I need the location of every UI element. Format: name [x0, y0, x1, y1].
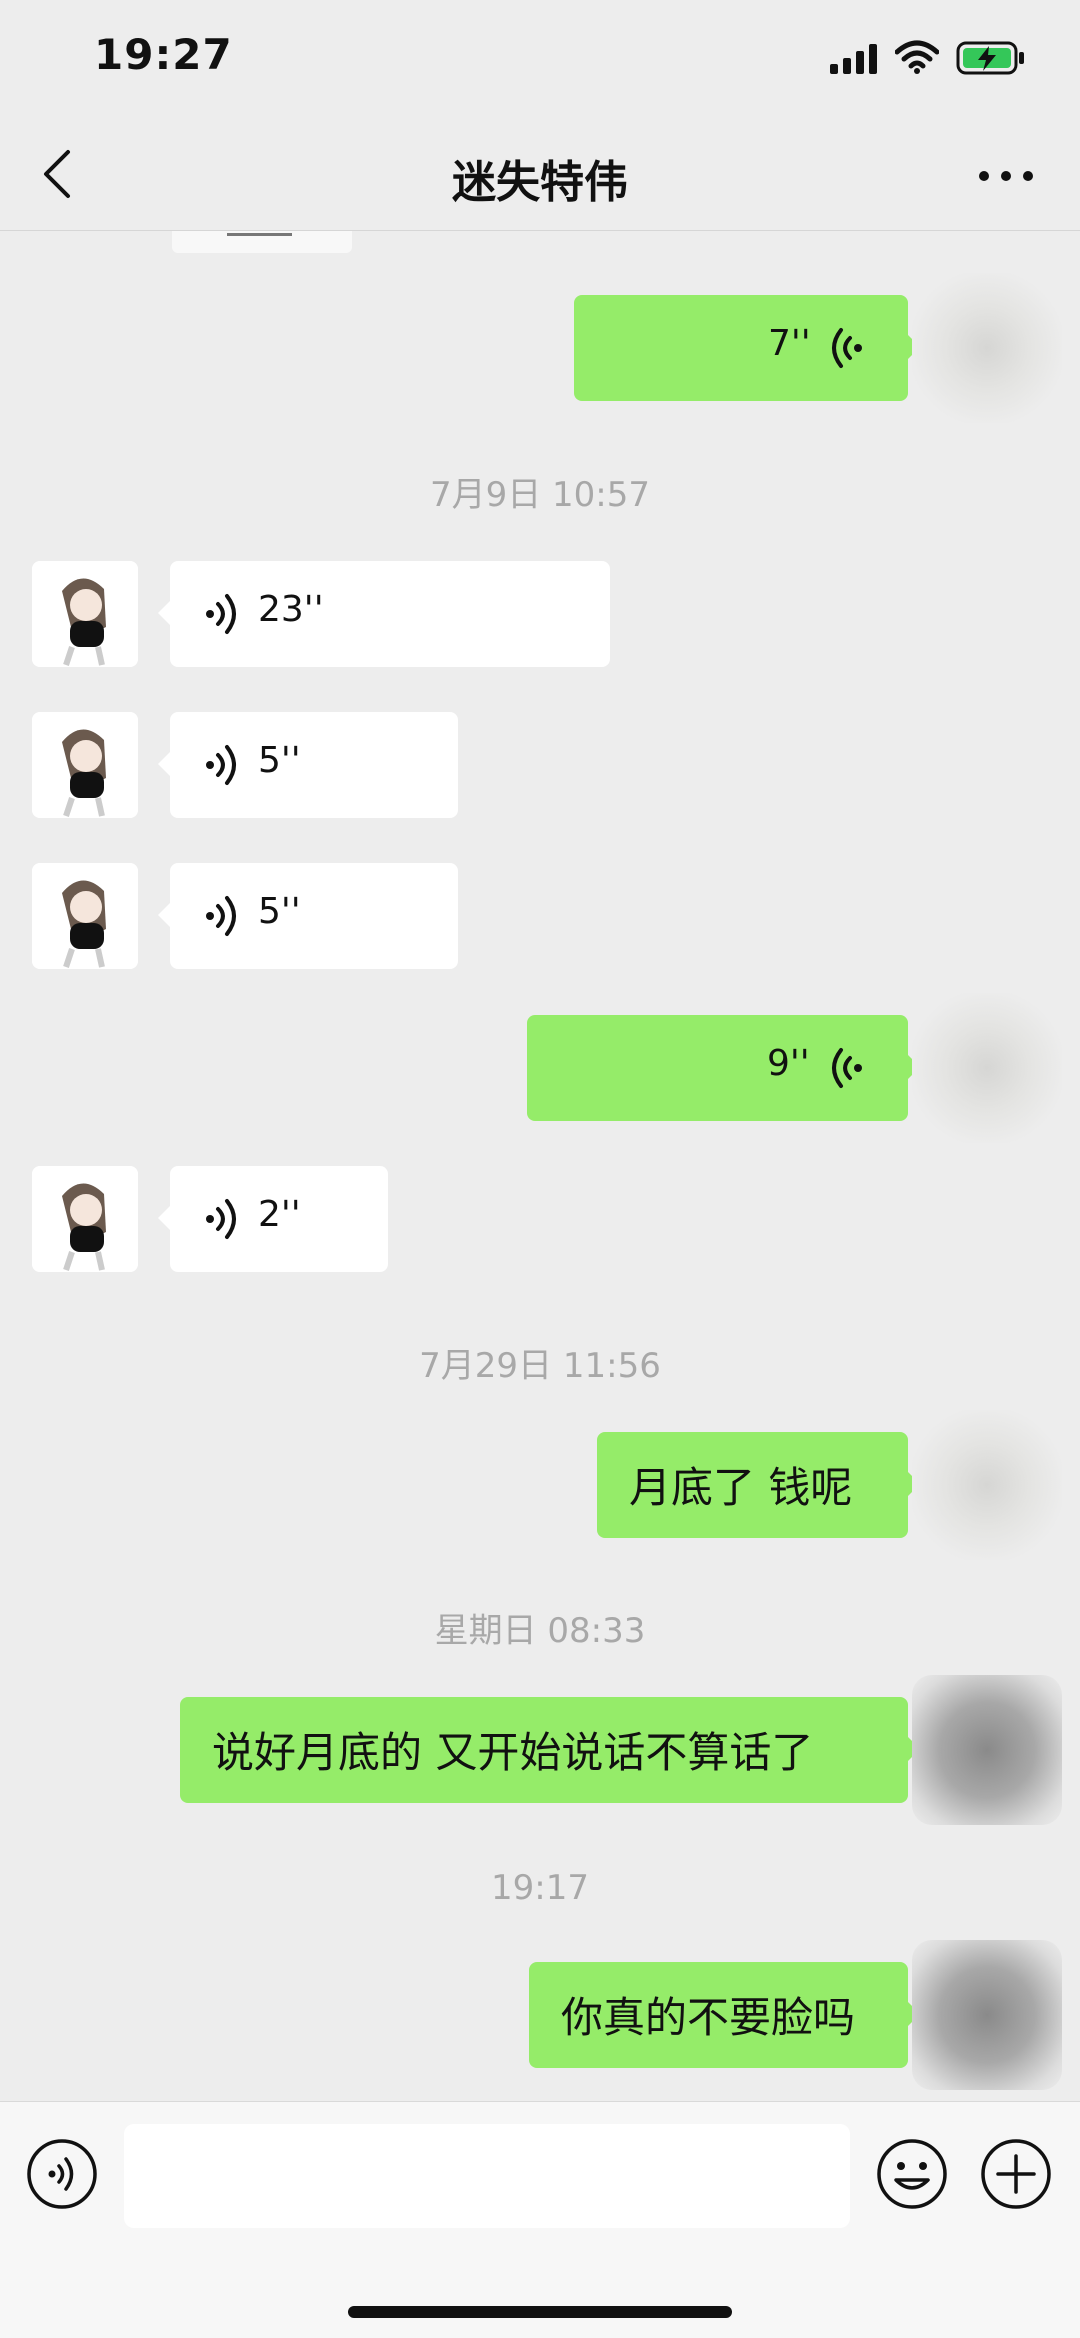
voice-wave-icon: [206, 594, 236, 634]
own-avatar[interactable]: [912, 1675, 1062, 1825]
voice-duration: 23'': [258, 589, 324, 630]
chat-title: 迷失特伟: [452, 157, 628, 208]
more-options-icon[interactable]: [976, 164, 1036, 188]
battery-charging-icon: [956, 41, 1024, 75]
voice-duration: 2'': [258, 1194, 301, 1235]
message-text: 你真的不要脸吗: [561, 1993, 856, 2042]
contact-avatar[interactable]: [32, 712, 138, 818]
own-avatar[interactable]: [912, 1940, 1062, 2090]
outgoing-text-message[interactable]: 你真的不要脸吗: [529, 1962, 920, 2068]
outgoing-text-message[interactable]: 说好月底的 又开始说话不算话了: [180, 1697, 920, 1803]
voice-wave-icon: [832, 1048, 862, 1088]
own-avatar[interactable]: [912, 273, 1062, 423]
cellular-signal-icon: [830, 44, 877, 74]
input-bar: [0, 2101, 1080, 2338]
nav-bar: 迷失特伟: [0, 120, 1080, 231]
wifi-icon: [895, 40, 939, 74]
emoji-icon[interactable]: [876, 2138, 948, 2210]
timestamp: 19:17: [491, 1868, 589, 1908]
status-bar: 19:27: [0, 0, 1080, 120]
chat-area[interactable]: 7'' 7月9日 10:57 23'' 5'' 5'' 9'' 2'' 7月29…: [0, 231, 1080, 2101]
own-avatar[interactable]: [912, 1410, 1062, 1560]
outgoing-voice-message[interactable]: 7'': [574, 295, 920, 401]
message-text: 说好月底的 又开始说话不算话了: [212, 1728, 814, 1777]
message-input[interactable]: [124, 2124, 850, 2228]
message-text: 月底了 钱呢: [629, 1463, 853, 1512]
voice-duration: 5'': [258, 891, 301, 932]
outgoing-voice-message[interactable]: 9'': [527, 1015, 920, 1121]
voice-wave-icon: [832, 328, 862, 368]
voice-input-icon[interactable]: [26, 2138, 98, 2210]
incoming-voice-message[interactable]: 5'': [158, 712, 458, 818]
incoming-voice-message[interactable]: 23'': [158, 561, 610, 667]
voice-wave-icon: [206, 1199, 236, 1239]
status-time: 19:27: [94, 30, 233, 79]
voice-wave-icon: [206, 896, 236, 936]
outgoing-text-message[interactable]: 月底了 钱呢: [597, 1432, 920, 1538]
incoming-voice-message[interactable]: 5'': [158, 863, 458, 969]
voice-duration: 9'': [767, 1043, 810, 1084]
timestamp: 7月29日 11:56: [419, 1346, 661, 1386]
timestamp: 星期日 08:33: [434, 1611, 646, 1651]
contact-avatar[interactable]: [32, 561, 138, 667]
voice-wave-icon: [206, 745, 236, 785]
contact-avatar[interactable]: [32, 1166, 138, 1272]
voice-duration: 5'': [258, 740, 301, 781]
plus-icon[interactable]: [980, 2138, 1052, 2210]
home-indicator: [348, 2306, 732, 2318]
contact-avatar[interactable]: [32, 863, 138, 969]
own-avatar[interactable]: [912, 993, 1062, 1143]
incoming-voice-message[interactable]: 2'': [158, 1166, 388, 1272]
timestamp: 7月9日 10:57: [429, 475, 651, 515]
partial-message-bubble[interactable]: [172, 231, 352, 253]
voice-duration: 7'': [768, 323, 811, 364]
